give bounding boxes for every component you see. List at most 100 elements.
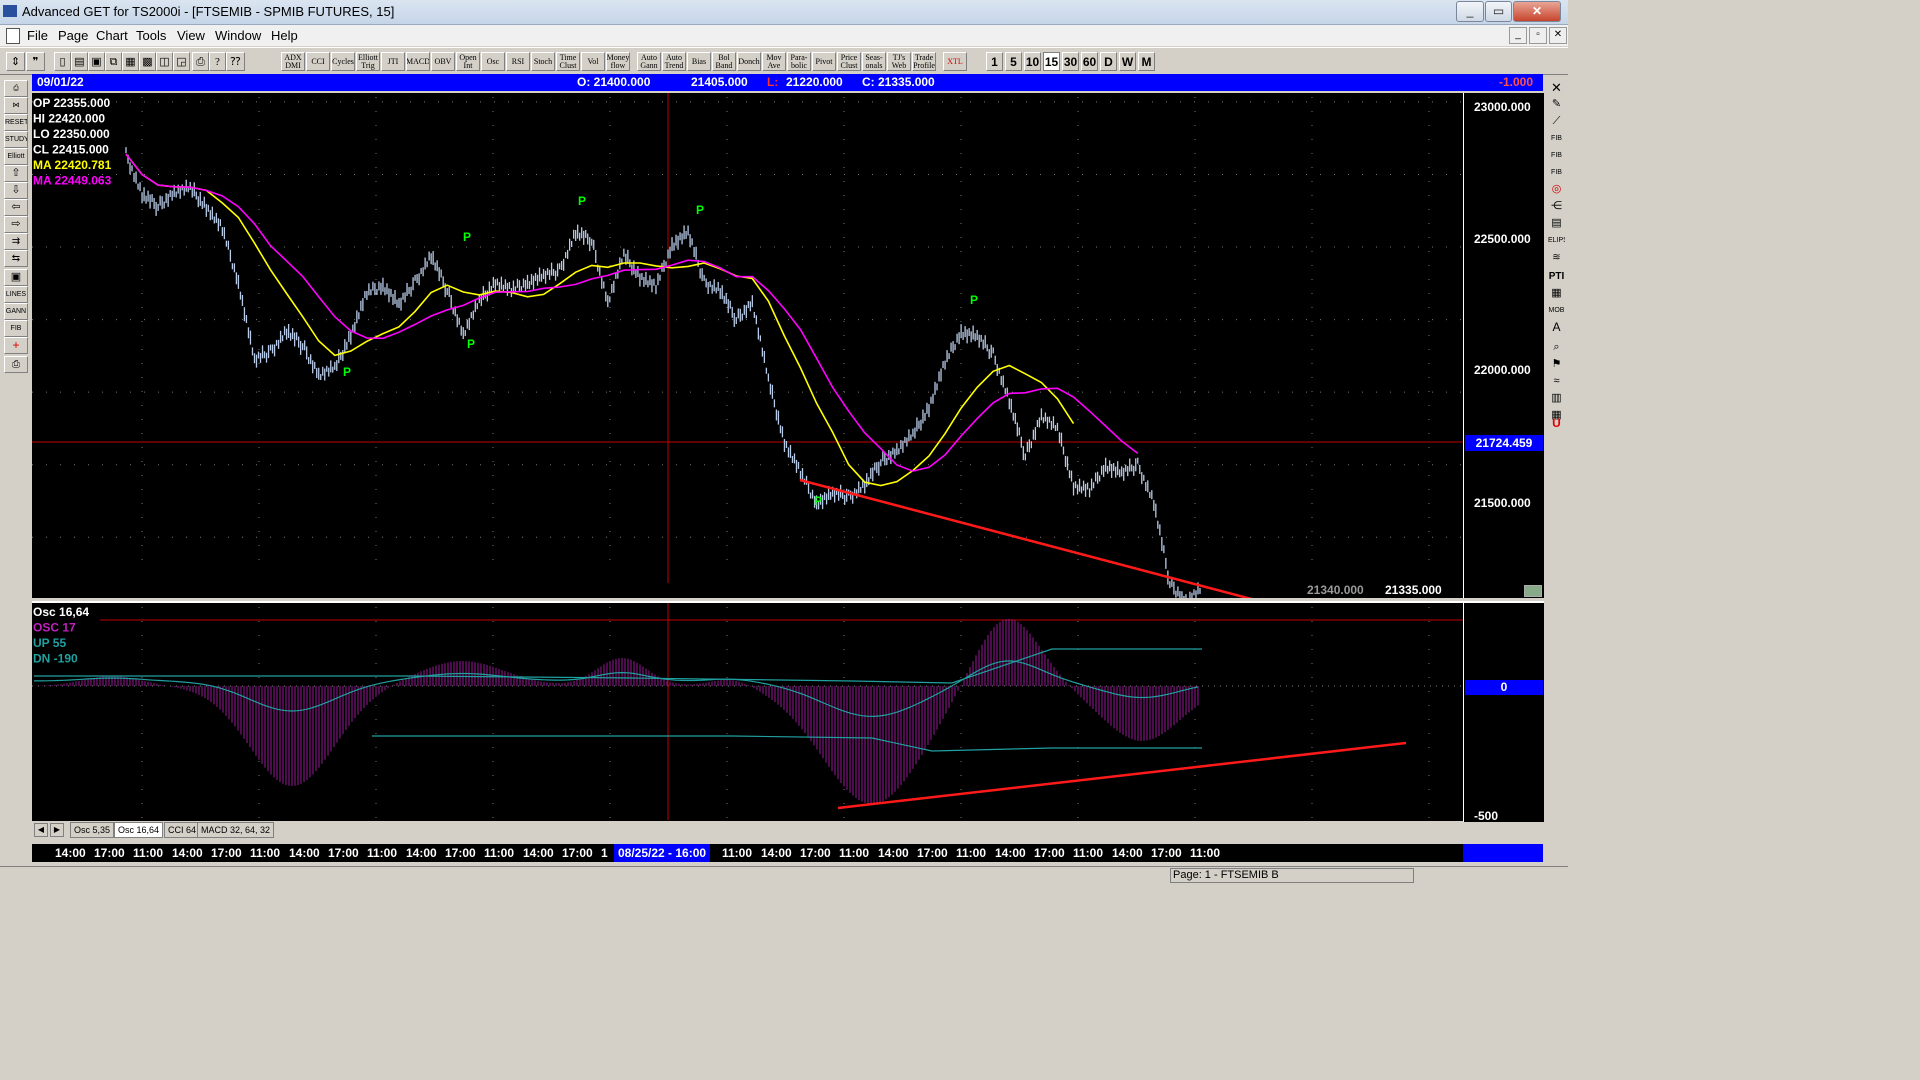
print-icon[interactable]: ⎙ — [192, 52, 209, 71]
study-button-9[interactable]: RSI — [506, 52, 530, 71]
print-chart-icon[interactable]: ⎙ — [4, 356, 28, 373]
study-button-22[interactable]: Price Clust — [837, 52, 861, 71]
study-button-16[interactable]: Bias — [687, 52, 711, 71]
menu-tools[interactable]: Tools — [136, 28, 166, 43]
grid-icon[interactable]: ▩ — [139, 52, 156, 71]
magnet-icon[interactable]: U — [1548, 416, 1565, 431]
fan-tool-icon[interactable]: ⋲ — [1548, 199, 1565, 214]
menu-page[interactable]: Page — [58, 28, 88, 43]
menu-file[interactable]: File — [27, 28, 48, 43]
study-button-11[interactable]: Time Clust — [556, 52, 580, 71]
text-tool-icon[interactable]: A — [1548, 320, 1565, 335]
lines-tool-icon[interactable]: LINES — [4, 286, 28, 303]
cascade-icon[interactable]: ◲ — [173, 52, 190, 71]
study-button-4[interactable]: JTI — [381, 52, 405, 71]
zoom-icon[interactable]: ⌕ — [1548, 340, 1565, 355]
cross-tool-icon[interactable]: ✕ — [1548, 80, 1565, 95]
study-button-5[interactable]: MACD — [406, 52, 430, 71]
oscillator-chart[interactable]: Osc 16,64 OSC 17UP 55 DN -190 — [32, 603, 1463, 820]
arrow-right-icon[interactable]: ⇨ — [4, 216, 28, 233]
crosshair-icon[interactable]: + — [4, 337, 28, 354]
layout-icon[interactable]: ▦ — [122, 52, 139, 71]
period-button-5[interactable]: 5 — [1005, 52, 1022, 71]
fib-retracement-icon[interactable]: FIB RET — [1548, 131, 1565, 146]
study-button-21[interactable]: Pivot — [812, 52, 836, 71]
mob-tool-icon[interactable]: MOB — [1548, 303, 1565, 318]
marker-icon[interactable]: ⚑ — [1548, 357, 1565, 372]
compress-icon[interactable]: ⇉ — [4, 233, 28, 250]
period-button-M[interactable]: M — [1138, 52, 1155, 71]
channel-tool-icon[interactable]: ▤ — [1548, 216, 1565, 231]
arrow-up-icon[interactable]: ⇧ — [4, 165, 28, 182]
tab-scroll-left-icon[interactable]: ◀ — [34, 823, 48, 837]
period-button-30[interactable]: 30 — [1062, 52, 1079, 71]
arrow-left-icon[interactable]: ⇦ — [4, 199, 28, 216]
gann-tool-icon[interactable]: GANN — [4, 303, 28, 320]
pencil-icon[interactable]: ✎ — [1548, 97, 1565, 112]
fib-extension-icon[interactable]: FIB EXT — [1548, 148, 1565, 163]
copy-icon[interactable]: ⧉ — [105, 52, 122, 71]
study-button-14[interactable]: Auto Gann — [637, 52, 661, 71]
menu-view[interactable]: View — [177, 28, 205, 43]
study-button-24[interactable]: TJ's Web — [887, 52, 911, 71]
study-button-20[interactable]: Para-bolic — [787, 52, 811, 71]
minimize-button[interactable]: _ — [1456, 1, 1484, 22]
maximize-button[interactable]: ▭ — [1485, 1, 1512, 22]
period-button-10[interactable]: 10 — [1024, 52, 1041, 71]
study-tool-icon[interactable]: STUDY — [4, 131, 28, 148]
study-button-13[interactable]: Money flow — [606, 52, 630, 71]
menu-window[interactable]: Window — [215, 28, 261, 43]
grid-tool-icon[interactable]: ▦ — [1548, 286, 1565, 301]
expand-icon[interactable]: ⇆ — [4, 250, 28, 267]
tab-cci-64[interactable]: CCI 64 — [164, 822, 201, 838]
study-button-2[interactable]: Cycles — [331, 52, 355, 71]
circle-tool-icon[interactable]: ◎ — [1548, 182, 1565, 197]
period-button-15[interactable]: 15 — [1043, 52, 1060, 71]
document-icon[interactable] — [6, 28, 20, 44]
scale-toggle-icon[interactable] — [1524, 585, 1542, 597]
menu-help[interactable]: Help — [271, 28, 298, 43]
tab-scroll-right-icon[interactable]: ▶ — [50, 823, 64, 837]
tab-macd[interactable]: MACD 32, 64, 32 — [197, 822, 275, 838]
period-button-W[interactable]: W — [1119, 52, 1136, 71]
fib-tool-icon[interactable]: FIB — [4, 320, 28, 337]
new-icon[interactable]: ▯ — [54, 52, 71, 71]
save-icon[interactable]: ▣ — [88, 52, 105, 71]
study-button-26[interactable]: XTL — [943, 52, 967, 71]
study-button-18[interactable]: Donch — [737, 52, 761, 71]
help-icon[interactable]: ? — [209, 52, 226, 71]
mdi-restore-button[interactable]: ▫ — [1529, 27, 1547, 44]
menu-chart[interactable]: Chart — [96, 28, 128, 43]
pti-tool-icon[interactable]: PTI — [1548, 269, 1565, 284]
elliott-tool-icon[interactable]: Elliott — [4, 148, 28, 165]
oscillator-panel[interactable]: Osc 16,64 OSC 17 UP 55 DN -190 — [32, 601, 1463, 822]
study-button-25[interactable]: Trade Profile — [912, 52, 936, 71]
study-button-1[interactable]: CCI — [306, 52, 330, 71]
study-button-17[interactable]: Bol Band — [712, 52, 736, 71]
open-icon[interactable]: ▤ — [71, 52, 88, 71]
study-button-7[interactable]: Open Int — [456, 52, 480, 71]
quote-tool-icon[interactable]: ❞ — [26, 52, 45, 71]
cursor-tool-icon[interactable]: ⇕ — [6, 52, 25, 71]
study-button-0[interactable]: ADX DMI — [281, 52, 305, 71]
tab-osc-16-64[interactable]: Osc 16,64 — [114, 822, 164, 838]
tab-osc-5-35[interactable]: Osc 5,35 — [70, 822, 115, 838]
box-tool-icon[interactable]: ▣ — [4, 269, 28, 286]
fib-time-icon[interactable]: FIB TIME — [1548, 165, 1565, 180]
cycles-tool-icon[interactable]: ≈ — [1548, 374, 1565, 389]
tile-icon[interactable]: ◫ — [156, 52, 173, 71]
ellipse-tool-icon[interactable]: ELIPS — [1548, 233, 1565, 248]
study-button-10[interactable]: Stoch — [531, 52, 555, 71]
close-button[interactable]: ✕ — [1513, 1, 1561, 22]
regression-tool-icon[interactable]: ≋ — [1548, 250, 1565, 265]
period-button-D[interactable]: D — [1100, 52, 1117, 71]
zigzag-tool-icon[interactable]: ⋈ — [4, 97, 28, 114]
study-button-23[interactable]: Seas-onals — [862, 52, 886, 71]
study-button-6[interactable]: OBV — [431, 52, 455, 71]
price-chart-panel[interactable]: P P P P P P P OP 22355.000 HI 22420.000 LO 22350.… — [32, 93, 1463, 627]
study-button-8[interactable]: Osc — [481, 52, 505, 71]
study-button-3[interactable]: Elliott Trig — [356, 52, 380, 71]
period-button-1[interactable]: 1 — [986, 52, 1003, 71]
list-tool-icon[interactable]: ▥ — [1548, 391, 1565, 406]
context-help-icon[interactable]: ⁇ — [226, 52, 245, 71]
